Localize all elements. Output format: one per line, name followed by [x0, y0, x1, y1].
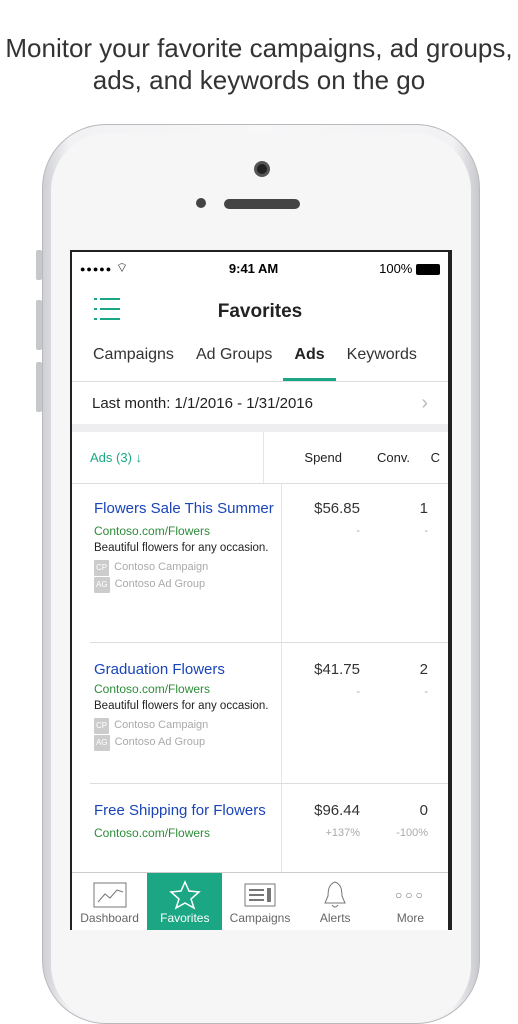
- next-header[interactable]: C: [410, 450, 440, 465]
- tab-alerts[interactable]: Alerts: [298, 873, 373, 930]
- table-row[interactable]: Flowers Sale This Summer Contoso.com/Flo…: [90, 484, 448, 643]
- table-row[interactable]: Graduation Flowers Contoso.com/Flowers B…: [90, 643, 448, 784]
- sort-arrow-icon: ↓: [135, 450, 143, 465]
- ad-title[interactable]: Graduation Flowers: [94, 661, 281, 679]
- speaker: [224, 199, 300, 209]
- tab-ads[interactable]: Ads: [283, 340, 336, 381]
- ad-url: Contoso.com/Flowers: [94, 682, 211, 696]
- spend-header[interactable]: Spend: [264, 450, 342, 465]
- conv-change: -100%: [396, 827, 428, 839]
- tab-more[interactable]: ○○○ More: [373, 873, 448, 930]
- spend-value: $41.75: [314, 661, 360, 678]
- camera: [254, 161, 270, 177]
- battery-level: 100%: [379, 260, 413, 276]
- volume-down-button: [36, 362, 42, 412]
- ad-group-name: Contoso Ad Group: [114, 736, 206, 748]
- spend-change: -: [356, 686, 360, 698]
- tab-keywords[interactable]: Keywords: [336, 340, 428, 381]
- ad-group-tag: AG: [94, 577, 110, 593]
- spend-value: $56.85: [314, 500, 360, 517]
- campaign-tag: CP: [94, 560, 110, 576]
- date-range: Last month: 1/1/2016 - 1/31/2016: [92, 394, 313, 412]
- sensor: [196, 198, 206, 208]
- conv-change: -: [424, 686, 428, 698]
- bell-icon: [298, 879, 373, 911]
- battery-icon: [415, 263, 440, 275]
- tab-bar: Campaigns Ad Groups Ads Keywords: [72, 340, 448, 382]
- campaign-tag: CP: [94, 718, 110, 734]
- tab-favorites[interactable]: Favorites: [147, 873, 223, 930]
- spend-change: -: [356, 525, 360, 537]
- conv-value: 0: [419, 802, 428, 819]
- status-time: 9:41 AM: [228, 260, 279, 276]
- table-row[interactable]: Free Shipping for Flowers Contoso.com/Fl…: [90, 784, 448, 884]
- spend-value: $96.44: [314, 802, 360, 819]
- signal-icon: ●●●●●: [80, 264, 113, 274]
- volume-up-button: [36, 300, 42, 350]
- tab-dashboard[interactable]: Dashboard: [72, 873, 147, 930]
- conv-header[interactable]: Conv.: [342, 450, 410, 465]
- ad-description: Beautiful flowers for any occasion.: [94, 700, 269, 712]
- page-title: Favorites: [217, 301, 303, 322]
- ad-url: Contoso.com/Flowers: [94, 826, 211, 840]
- campaign-name: Contoso Campaign: [114, 719, 209, 731]
- campaign-name: Contoso Campaign: [114, 561, 209, 573]
- conv-value: 1: [419, 500, 428, 517]
- tab-campaigns-nav[interactable]: Campaigns: [222, 873, 297, 930]
- sort-ads-header[interactable]: Ads (3) ↓: [72, 432, 264, 483]
- tab-campaigns[interactable]: Campaigns: [82, 340, 185, 381]
- conv-value: 2: [419, 661, 428, 678]
- headline: Monitor your favorite campaigns, ad grou…: [5, 33, 513, 95]
- ad-title[interactable]: Flowers Sale This Summer: [94, 500, 281, 518]
- ad-group-tag: AG: [94, 735, 110, 751]
- status-bar: ●●●●● ⌔ 9:41 AM 100%: [72, 252, 448, 284]
- wifi-icon: ⌔: [115, 260, 129, 275]
- more-icon: ○○○: [395, 888, 426, 902]
- conv-change: -: [424, 525, 428, 537]
- ad-url: Contoso.com/Flowers: [94, 524, 211, 538]
- chevron-right-icon: ›: [421, 391, 428, 414]
- ad-title[interactable]: Free Shipping for Flowers: [94, 802, 281, 820]
- tab-ad-groups[interactable]: Ad Groups: [185, 340, 283, 381]
- ad-description: Beautiful flowers for any occasion.: [94, 542, 269, 554]
- ad-group-name: Contoso Ad Group: [114, 578, 206, 590]
- campaigns-icon: [222, 879, 297, 911]
- menu-icon[interactable]: [94, 296, 120, 322]
- bottom-tab-bar: Dashboard Favorites Campaigns Alerts ○○○…: [72, 872, 448, 930]
- star-icon: [147, 879, 222, 911]
- mute-switch: [36, 250, 42, 280]
- date-range-selector[interactable]: Last month: 1/1/2016 - 1/31/2016 ›: [72, 382, 448, 432]
- table-header: Ads (3) ↓ Spend Conv. C: [72, 432, 448, 484]
- spend-change: +137%: [325, 827, 360, 839]
- chart-icon: [72, 879, 147, 911]
- nav-bar: Favorites: [72, 284, 448, 340]
- screen: ●●●●● ⌔ 9:41 AM 100% Favorites Campaigns…: [70, 250, 452, 930]
